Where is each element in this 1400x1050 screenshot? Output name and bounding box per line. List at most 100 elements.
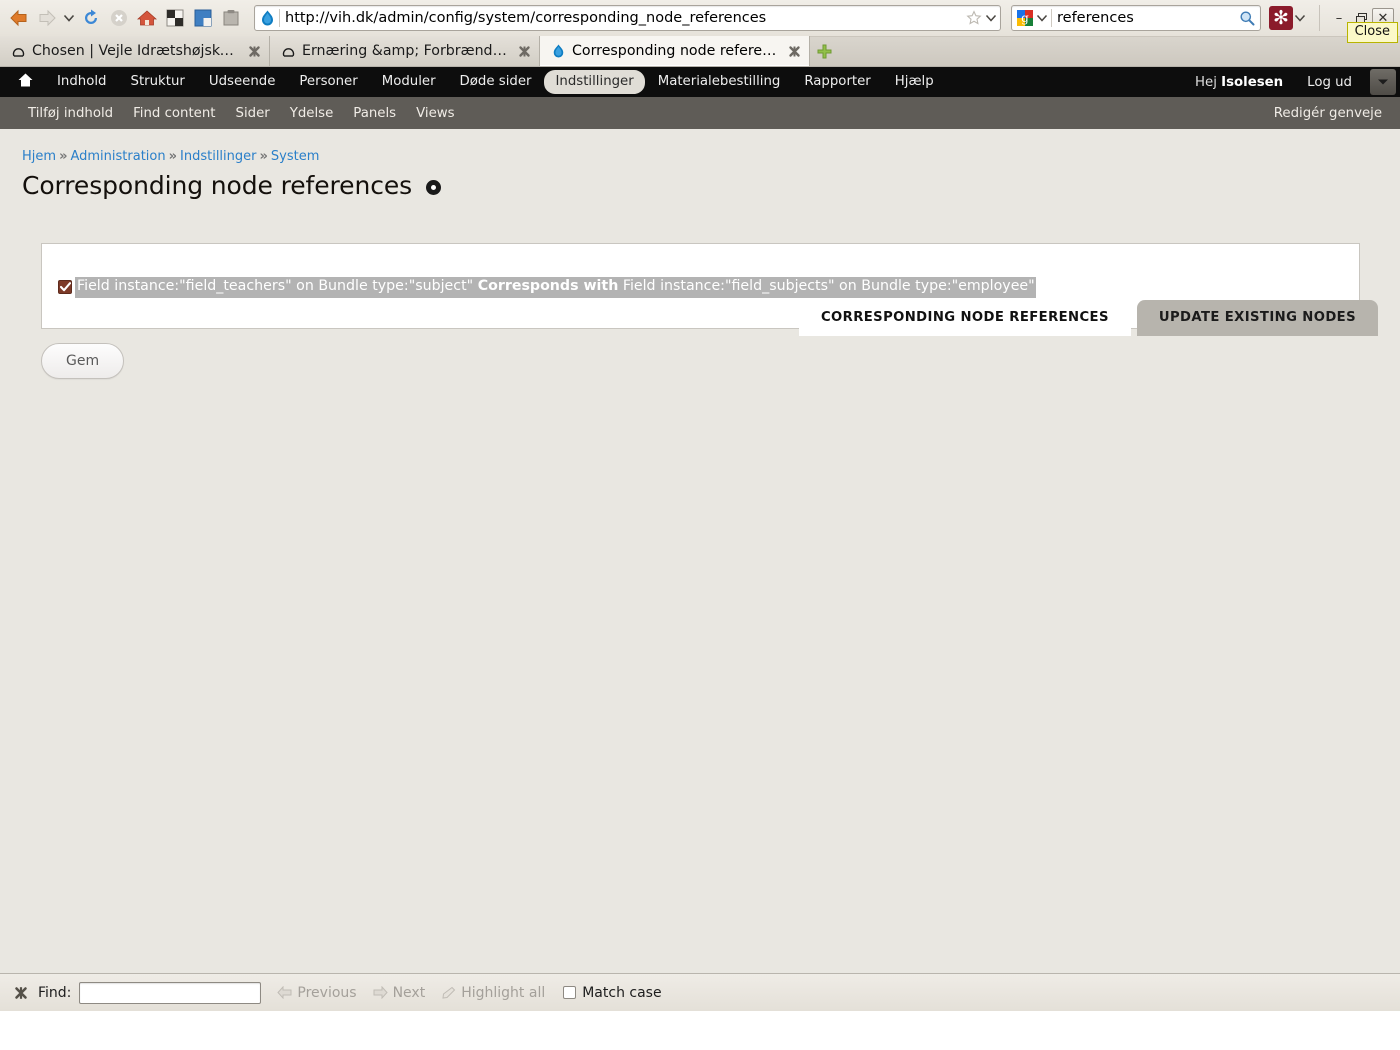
edit-shortcuts-link[interactable]: Redigér genveje	[1274, 106, 1382, 121]
drupal-drop-icon	[550, 43, 566, 59]
admin-greeting: Hej Isolesen	[1183, 75, 1295, 90]
find-input[interactable]	[79, 981, 262, 1004]
forward-button[interactable]	[34, 5, 60, 31]
admin-menu-item-personer[interactable]: Personer	[288, 70, 368, 93]
find-label: Find:	[38, 984, 72, 1001]
magnifier-icon[interactable]	[1236, 8, 1258, 28]
tab-corresponding-node-references[interactable]: CORRESPONDING NODE REFERENCES	[798, 300, 1131, 337]
page-header-region: Hjem» Administration» Indstillinger» System…	[0, 129, 1400, 379]
breadcrumb-separator: »	[168, 149, 178, 164]
address-bar[interactable]: http://vih.dk/admin/config/system/corres…	[254, 5, 1001, 31]
downloads-button[interactable]	[162, 5, 188, 31]
corresponding-reference-label[interactable]: Field instance:"field_teachers" on Bundl…	[75, 277, 1036, 298]
breadcrumb-item-hjem[interactable]: Hjem	[22, 149, 56, 164]
admin-menu-item-dode-sider[interactable]: Døde sider	[449, 70, 543, 93]
tab-title: Chosen | Vejle Idrætshøjskole	[32, 43, 239, 59]
star-icon[interactable]	[964, 8, 984, 28]
close-tooltip: Close	[1346, 22, 1398, 44]
breadcrumb-separator: »	[59, 149, 68, 164]
find-toolbar: Find: Previous Next Highlight all Match …	[0, 973, 1400, 1011]
tab-close-icon[interactable]	[248, 45, 261, 58]
browser-chrome: http://vih.dk/admin/config/system/corres…	[0, 0, 1400, 67]
google-icon[interactable]: g	[1015, 9, 1035, 27]
browser-tab[interactable]: Chosen | Vejle Idrætshøjskole	[0, 36, 270, 66]
find-next-button[interactable]: Next	[373, 985, 425, 1001]
breadcrumb-item-administration[interactable]: Administration	[70, 149, 165, 164]
arrow-left-icon	[277, 986, 292, 999]
close-icon[interactable]	[8, 980, 34, 1006]
url-text[interactable]: http://vih.dk/admin/config/system/corres…	[285, 10, 964, 26]
chevron-down-icon[interactable]	[1370, 69, 1396, 95]
admin-menu-item-struktur[interactable]: Struktur	[120, 70, 196, 93]
drupal-drop-icon	[258, 9, 276, 27]
admin-menu-item-indhold[interactable]: Indhold	[46, 70, 118, 93]
corresponding-reference-checkbox[interactable]	[58, 280, 72, 295]
find-previous-button[interactable]: Previous	[277, 985, 357, 1001]
gear-icon-dot	[431, 185, 437, 190]
local-task-tabs: CORRESPONDING NODE REFERENCES UPDATE EXI…	[793, 300, 1378, 337]
match-case-checkbox[interactable]	[563, 986, 577, 999]
page-body: Hjem» Administration» Indstillinger» System…	[0, 129, 1400, 1011]
page-title-row: Corresponding node references	[22, 171, 1380, 200]
page-icon	[280, 43, 296, 59]
admin-menu-item-udseende[interactable]: Udseende	[198, 70, 287, 93]
addon-toolbar-button[interactable]: ✻	[1269, 6, 1307, 30]
reload-button[interactable]	[78, 5, 104, 31]
stop-button[interactable]	[106, 5, 132, 31]
find-highlight-all-button[interactable]: Highlight all	[441, 985, 545, 1001]
new-tab-button[interactable]	[810, 36, 838, 66]
admin-menu-item-materialebestilling[interactable]: Materialebestilling	[647, 70, 792, 93]
save-button[interactable]: Gem	[41, 342, 125, 379]
admin-menu-item-indstillinger[interactable]: Indstillinger	[544, 70, 645, 94]
find-highlight-label: Highlight all	[461, 984, 546, 1001]
browser-navigation-toolbar: http://vih.dk/admin/config/system/corres…	[0, 0, 1400, 36]
admin-menu-home[interactable]	[0, 67, 45, 97]
tab-title: Corresponding node referen...	[572, 43, 779, 59]
addon-dropdown-icon[interactable]	[1293, 13, 1307, 23]
shortcut-ydelse[interactable]: Ydelse	[280, 106, 344, 121]
clipboard-button[interactable]	[218, 5, 244, 31]
home-button[interactable]	[134, 5, 160, 31]
sidebar-button[interactable]	[190, 5, 216, 31]
shortcut-find-content[interactable]: Find content	[123, 106, 225, 121]
corresponding-reference-row[interactable]: Field instance:"field_teachers" on Bundl…	[58, 277, 1343, 298]
url-dropdown-icon[interactable]	[984, 13, 998, 23]
admin-menu-item-moduler[interactable]: Moduler	[371, 70, 447, 93]
shortcut-tilfoj-indhold[interactable]: Tilføj indhold	[18, 106, 123, 121]
tab-title: Ernæring &amp; Forbrændi...	[302, 43, 509, 59]
match-case-toggle[interactable]: Match case	[563, 985, 662, 1001]
search-separator	[1051, 9, 1052, 27]
shortcut-panels[interactable]: Panels	[343, 106, 406, 121]
breadcrumb-item-indstillinger[interactable]: Indstillinger	[180, 149, 256, 164]
house-icon	[18, 73, 33, 91]
browser-tab-active[interactable]: Corresponding node referen...	[540, 36, 810, 66]
shortcut-views[interactable]: Views	[406, 106, 464, 121]
gear-icon[interactable]	[426, 180, 442, 195]
asterisk-icon[interactable]: ✻	[1269, 6, 1293, 30]
breadcrumb-item-system[interactable]: System	[271, 149, 319, 164]
shortcut-edit-area: Redigér genveje	[1274, 97, 1382, 129]
drupal-shortcut-bar: Tilføj indhold Find content Sider Ydelse…	[0, 97, 1400, 129]
url-separator	[279, 9, 280, 27]
admin-menu-item-hjaelp[interactable]: Hjælp	[884, 70, 945, 93]
search-input[interactable]: references	[1057, 10, 1236, 26]
shortcut-sider[interactable]: Sider	[226, 106, 280, 121]
admin-menu-item-rapporter[interactable]: Rapporter	[793, 70, 881, 93]
svg-text:g: g	[1021, 11, 1029, 25]
username: Isolesen	[1221, 74, 1284, 90]
form-actions: Gem	[41, 342, 1380, 379]
back-button[interactable]	[6, 5, 32, 31]
admin-menu-user-area: Hej Isolesen Log ud	[1183, 67, 1400, 97]
logout-link[interactable]: Log ud	[1295, 75, 1364, 90]
tab-update-existing-nodes[interactable]: UPDATE EXISTING NODES	[1136, 300, 1378, 337]
browser-tab[interactable]: Ernæring &amp; Forbrændi...	[270, 36, 540, 66]
breadcrumb: Hjem» Administration» Indstillinger» System	[22, 149, 1380, 164]
history-dropdown-button[interactable]	[62, 5, 76, 31]
tab-close-icon[interactable]	[788, 45, 801, 58]
tab-close-icon[interactable]	[518, 45, 531, 58]
browser-tabstrip: Chosen | Vejle Idrætshøjskole Ernæring &…	[0, 36, 1400, 66]
breadcrumb-separator: »	[259, 149, 268, 164]
search-bar[interactable]: g references	[1011, 5, 1261, 31]
page-title: Corresponding node references	[22, 171, 413, 200]
search-engine-dropdown-icon[interactable]	[1035, 13, 1049, 23]
